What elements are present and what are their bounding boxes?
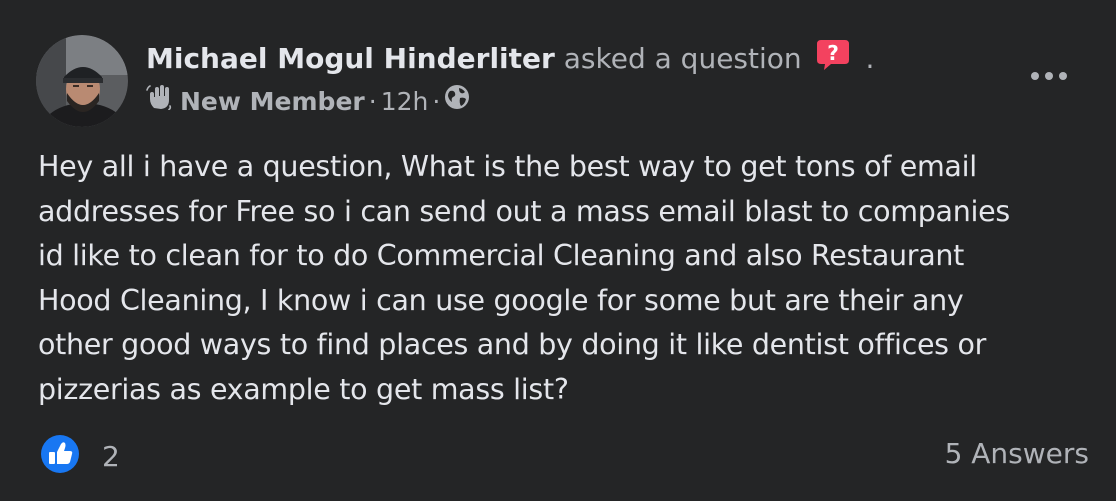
post-action-text: asked a question — [563, 42, 802, 75]
like-icon — [40, 434, 80, 478]
like-count: 2 — [102, 439, 120, 473]
answers-count-link[interactable]: 5 Answers — [945, 434, 1089, 474]
author-line: Michael Mogul Hinderliter asked a questi… — [146, 38, 874, 83]
reaction-summary[interactable]: 2 — [40, 434, 120, 478]
waving-hand-icon — [146, 84, 172, 119]
author-name[interactable]: Michael Mogul Hinderliter — [146, 42, 555, 75]
member-badge-label[interactable]: New Member — [180, 85, 365, 119]
question-badge-icon: ? — [815, 38, 851, 83]
question-post-card: Michael Mogul Hinderliter asked a questi… — [0, 0, 1116, 501]
post-meta: New Member · 12h · — [146, 84, 470, 119]
globe-icon[interactable] — [444, 84, 470, 119]
svg-text:?: ? — [827, 41, 839, 65]
meta-separator: · — [368, 86, 377, 116]
post-timestamp[interactable]: 12h — [381, 85, 429, 119]
meta-separator: · — [432, 86, 441, 116]
more-options-icon — [1029, 66, 1069, 85]
author-avatar[interactable] — [36, 35, 128, 127]
post-body-text: Hey all i have a question, What is the b… — [38, 150, 1010, 406]
more-options-button[interactable] — [1022, 57, 1076, 93]
author-line-period: . — [865, 42, 875, 75]
